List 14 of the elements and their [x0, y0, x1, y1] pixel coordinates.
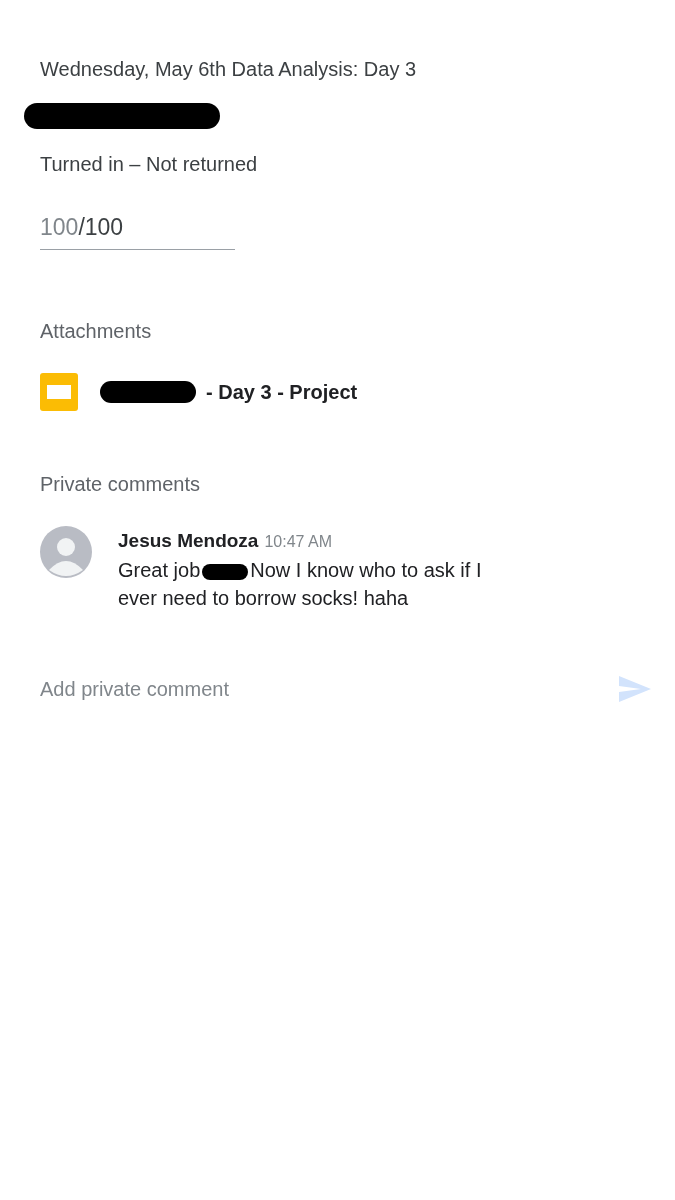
comment-author: Jesus Mendoza: [118, 530, 259, 552]
comment-input[interactable]: Add private comment: [40, 677, 440, 701]
comment-text: Now I know who to ask if I: [250, 559, 482, 581]
section-heading: Private comments: [40, 473, 202, 496]
slides-file-icon: [40, 373, 78, 411]
comment-text: Great job: [118, 559, 201, 581]
avatar-icon: [40, 526, 92, 578]
attachment-link[interactable]: - Day 3 - Project: [206, 380, 358, 404]
comment-time: 10:47 AM: [264, 533, 333, 551]
grade-field[interactable]: 100/100: [40, 214, 235, 250]
comment-text: ever need to borrow socks! haha: [118, 586, 410, 611]
assignment-title: Wednesday, May 6th Data Analysis: Day 3: [40, 58, 418, 81]
status-text: Turned in – Not returned: [40, 153, 259, 176]
section-heading: Attachments: [40, 320, 153, 343]
